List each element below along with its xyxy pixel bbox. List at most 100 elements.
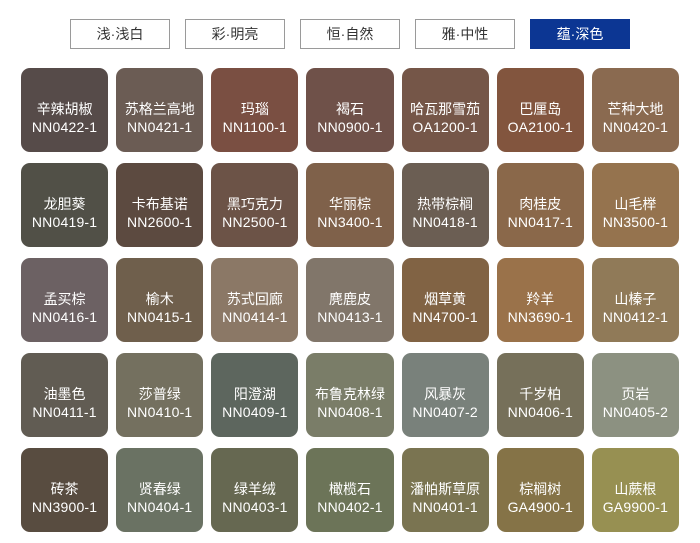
tab-1[interactable]: 浅·浅白	[70, 19, 170, 49]
swatch-name: 褐石	[335, 101, 364, 117]
swatch-name: 辛辣胡椒	[36, 101, 93, 117]
swatch-name: 阳澄湖	[233, 386, 276, 402]
color-swatch[interactable]: 千岁柏 NN0406-1	[496, 353, 584, 437]
swatch-code: NN0408-1	[317, 404, 383, 420]
swatch-code: NN0407-2	[412, 404, 478, 420]
tab-label: 蕴·深色	[556, 26, 604, 42]
swatch-name: 苏格兰高地	[124, 101, 195, 117]
swatch-name: 烟草黄	[424, 291, 467, 307]
tab-5[interactable]: 蕴·深色	[530, 19, 630, 49]
color-palette-page: 浅·浅白 彩·明亮 恒·自然 雅·中性 蕴·深色 辛辣胡椒 NN0422-1 苏…	[0, 0, 700, 543]
swatch-name: 芒种大地	[607, 101, 664, 117]
color-swatch[interactable]: 黑巧克力 NN2500-1	[211, 163, 299, 247]
color-swatch[interactable]: 橄榄石 NN0402-1	[306, 448, 394, 532]
swatch-code: NN0402-1	[317, 499, 383, 515]
swatch-name: 山榛子	[614, 291, 657, 307]
swatch-name: 卡布基诺	[131, 196, 188, 212]
swatch-name: 贤春绿	[138, 481, 181, 497]
color-swatch[interactable]: 山榛子 NN0412-1	[591, 258, 679, 342]
color-swatch[interactable]: 布鲁克林绿 NN0408-1	[306, 353, 394, 437]
swatch-code: NN0404-1	[127, 499, 193, 515]
color-swatch[interactable]: 潘帕斯草原 NN0401-1	[401, 448, 489, 532]
swatch-name: 棕榈树	[519, 481, 562, 497]
swatch-name: 油墨色	[43, 386, 86, 402]
color-swatch[interactable]: 棕榈树 GA4900-1	[496, 448, 584, 532]
swatch-name: 潘帕斯草原	[410, 481, 481, 497]
color-swatch[interactable]: 肉桂皮 NN0417-1	[496, 163, 584, 247]
swatch-code: NN0406-1	[507, 404, 573, 420]
tab-label: 雅·中性	[441, 26, 489, 42]
tab-3[interactable]: 恒·自然	[300, 19, 400, 49]
swatch-code: NN0414-1	[222, 309, 288, 325]
color-swatch[interactable]: 华丽棕 NN3400-1	[306, 163, 394, 247]
color-swatch[interactable]: 玛瑙 NN1100-1	[211, 68, 299, 152]
swatch-code: GA9900-1	[602, 499, 669, 515]
swatch-name: 哈瓦那雪茄	[410, 101, 481, 117]
color-swatch[interactable]: 卡布基诺 NN2600-1	[116, 163, 204, 247]
swatch-name: 榆木	[145, 291, 174, 307]
swatch-name: 千岁柏	[519, 386, 562, 402]
swatch-code: NN0416-1	[31, 309, 98, 325]
tab-label: 彩·明亮	[211, 26, 259, 42]
swatch-name: 苏式回廊	[226, 291, 283, 307]
swatch-code: NN3690-1	[507, 309, 573, 325]
swatch-name: 莎普绿	[138, 386, 181, 402]
color-swatch[interactable]: 烟草黄 NN4700-1	[401, 258, 489, 342]
swatch-name: 页岩	[621, 386, 650, 402]
swatch-code: GA4900-1	[507, 499, 573, 515]
color-swatch[interactable]: 油墨色 NN0411-1	[21, 353, 109, 437]
swatch-name: 砖茶	[50, 481, 79, 497]
swatch-name: 黑巧克力	[226, 196, 283, 212]
swatch-code: NN0417-1	[507, 214, 573, 230]
swatch-name: 麂鹿皮	[328, 291, 371, 307]
swatch-code: NN3400-1	[317, 214, 383, 230]
color-swatch[interactable]: 山蕨根 GA9900-1	[591, 448, 679, 532]
color-swatch[interactable]: 绿羊绒 NN0403-1	[211, 448, 299, 532]
color-swatch[interactable]: 麂鹿皮 NN0413-1	[306, 258, 394, 342]
color-swatch[interactable]: 苏式回廊 NN0414-1	[211, 258, 299, 342]
swatch-code: OA1200-1	[412, 119, 478, 135]
swatch-code: NN0419-1	[31, 214, 98, 230]
color-swatch[interactable]: 辛辣胡椒 NN0422-1	[21, 68, 109, 152]
tab-4[interactable]: 雅·中性	[415, 19, 515, 49]
swatch-name: 华丽棕	[328, 196, 371, 212]
color-swatch[interactable]: 风暴灰 NN0407-2	[401, 353, 489, 437]
tab-label: 浅·浅白	[96, 26, 144, 42]
color-swatch[interactable]: 阳澄湖 NN0409-1	[211, 353, 299, 437]
color-swatch[interactable]: 砖茶 NN3900-1	[21, 448, 109, 532]
swatch-code: NN0401-1	[412, 499, 478, 515]
swatch-name: 橄榄石	[328, 481, 371, 497]
color-swatch[interactable]: 页岩 NN0405-2	[591, 353, 679, 437]
tab-2[interactable]: 彩·明亮	[185, 19, 285, 49]
swatch-code: NN0403-1	[222, 499, 288, 515]
color-swatch[interactable]: 苏格兰高地 NN0421-1	[116, 68, 204, 152]
color-swatch[interactable]: 龙胆葵 NN0419-1	[21, 163, 109, 247]
swatch-code: OA2100-1	[507, 119, 573, 135]
color-swatch[interactable]: 孟买棕 NN0416-1	[21, 258, 109, 342]
color-swatch[interactable]: 巴厘岛 OA2100-1	[496, 68, 584, 152]
swatch-code: NN0411-1	[32, 404, 97, 420]
color-swatch[interactable]: 热带棕榈 NN0418-1	[401, 163, 489, 247]
swatch-name: 肉桂皮	[519, 196, 562, 212]
swatch-code: NN0420-1	[602, 119, 669, 135]
color-swatch[interactable]: 芒种大地 NN0420-1	[591, 68, 679, 152]
color-swatch[interactable]: 山毛榉 NN3500-1	[591, 163, 679, 247]
swatch-code: NN3500-1	[602, 214, 669, 230]
swatch-code: NN0410-1	[127, 404, 193, 420]
swatch-code: NN1100-1	[222, 119, 288, 135]
swatch-name: 布鲁克林绿	[314, 386, 385, 402]
color-swatch[interactable]: 褐石 NN0900-1	[306, 68, 394, 152]
swatch-name: 羚羊	[526, 291, 555, 307]
color-swatch[interactable]: 羚羊 NN3690-1	[496, 258, 584, 342]
swatch-code: NN4700-1	[412, 309, 478, 325]
color-swatch-grid: 辛辣胡椒 NN0422-1 苏格兰高地 NN0421-1 玛瑙 NN1100-1…	[21, 68, 679, 532]
color-swatch[interactable]: 莎普绿 NN0410-1	[116, 353, 204, 437]
swatch-code: NN0412-1	[602, 309, 669, 325]
swatch-name: 风暴灰	[424, 386, 467, 402]
swatch-name: 热带棕榈	[417, 196, 474, 212]
color-swatch[interactable]: 贤春绿 NN0404-1	[116, 448, 204, 532]
color-swatch[interactable]: 哈瓦那雪茄 OA1200-1	[401, 68, 489, 152]
swatch-code: NN0415-1	[127, 309, 193, 325]
color-swatch[interactable]: 榆木 NN0415-1	[116, 258, 204, 342]
swatch-code: NN0422-1	[31, 119, 98, 135]
